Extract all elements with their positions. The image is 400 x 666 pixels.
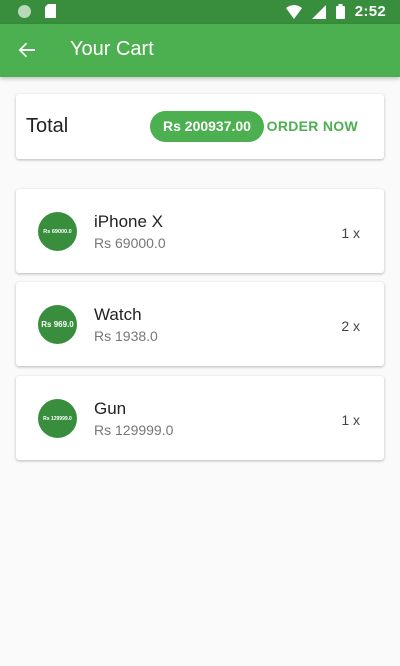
total-amount-chip: Rs 200937.00 — [150, 111, 264, 142]
app-bar: Your Cart — [0, 24, 400, 77]
item-price-avatar: Rs 129999.0 — [38, 399, 77, 438]
cart-item[interactable]: Rs 69000.0 iPhone X Rs 69000.0 1 x — [16, 189, 384, 273]
item-quantity: 2 x — [341, 318, 360, 334]
back-button[interactable] — [14, 37, 40, 63]
item-price: Rs 69000.0 — [94, 235, 166, 251]
sd-card-icon — [45, 4, 56, 18]
cart-item[interactable]: Rs 129999.0 Gun Rs 129999.0 1 x — [16, 376, 384, 460]
signal-icon — [311, 4, 326, 19]
total-card: Total Rs 200937.00 ORDER NOW — [16, 94, 384, 159]
wifi-icon — [285, 4, 302, 19]
item-price: Rs 1938.0 — [94, 328, 158, 344]
total-label: Total — [26, 115, 69, 137]
item-name: iPhone X — [94, 212, 163, 231]
status-bar: 2:52 — [0, 0, 400, 24]
cart-item[interactable]: Rs 969.0 Watch Rs 1938.0 2 x — [16, 282, 384, 366]
notification-dot-icon — [18, 4, 31, 18]
item-price-avatar: Rs 69000.0 — [38, 212, 77, 251]
item-name: Gun — [94, 399, 127, 418]
battery-icon — [335, 4, 345, 19]
status-time: 2:52 — [354, 3, 386, 20]
page-title: Your Cart — [70, 38, 154, 60]
item-quantity: 1 x — [341, 225, 360, 241]
item-price-avatar: Rs 969.0 — [38, 305, 77, 344]
order-now-button[interactable]: ORDER NOW — [267, 118, 358, 134]
item-name: Watch — [94, 305, 142, 324]
item-quantity: 1 x — [341, 412, 360, 428]
item-price: Rs 129999.0 — [94, 422, 174, 438]
arrow-back-icon — [18, 42, 35, 58]
